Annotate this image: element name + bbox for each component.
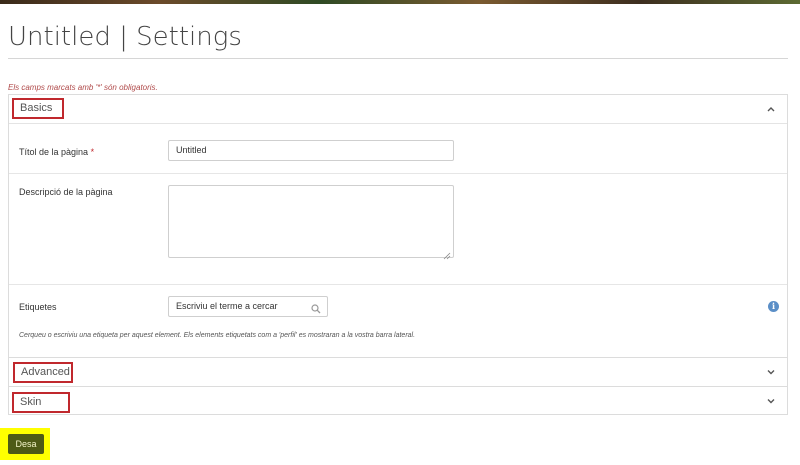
page-title-label-text: Títol de la pàgina (19, 147, 89, 157)
required-fields-note: Els camps marcats amb '*' són obligatori… (8, 83, 158, 92)
advanced-section-header[interactable]: Advanced (9, 358, 787, 386)
tags-search-input[interactable]: Escriviu el terme a cercar (168, 296, 328, 317)
page-title-input[interactable]: Untitled (168, 140, 454, 161)
row-divider (9, 173, 787, 174)
basics-section-label[interactable]: Basics (12, 98, 64, 119)
page-title: Untitled | Settings (8, 22, 242, 52)
page-description-label: Descripció de la pàgina (19, 187, 113, 197)
row-divider (9, 284, 787, 285)
page-description-textarea[interactable] (168, 185, 454, 260)
skin-section-header[interactable]: Skin (9, 387, 787, 415)
chevron-up-icon[interactable] (765, 103, 777, 115)
search-icon[interactable] (311, 302, 321, 314)
save-button[interactable]: Desa (8, 434, 44, 454)
resize-grip-icon[interactable] (443, 247, 451, 260)
chevron-down-icon[interactable] (765, 366, 777, 378)
basics-section-header[interactable]: Basics (9, 95, 787, 124)
basics-section: Basics Títol de la pàgina * Untitled Des… (8, 94, 788, 358)
title-divider (8, 58, 788, 59)
tags-help-text: Cerqueu o escriviu una etiqueta per aque… (19, 332, 416, 339)
advanced-section: Advanced (8, 358, 788, 387)
header-banner (0, 0, 800, 4)
advanced-section-label[interactable]: Advanced (13, 362, 73, 383)
info-icon[interactable]: i (768, 301, 779, 312)
required-asterisk: * (90, 147, 95, 157)
page-title-field-label: Títol de la pàgina * (19, 147, 94, 157)
tags-search-placeholder: Escriviu el terme a cercar (176, 301, 278, 311)
tags-label: Etiquetes (19, 302, 57, 312)
skin-section: Skin (8, 387, 788, 415)
skin-section-label[interactable]: Skin (12, 392, 70, 413)
chevron-down-icon[interactable] (765, 395, 777, 407)
